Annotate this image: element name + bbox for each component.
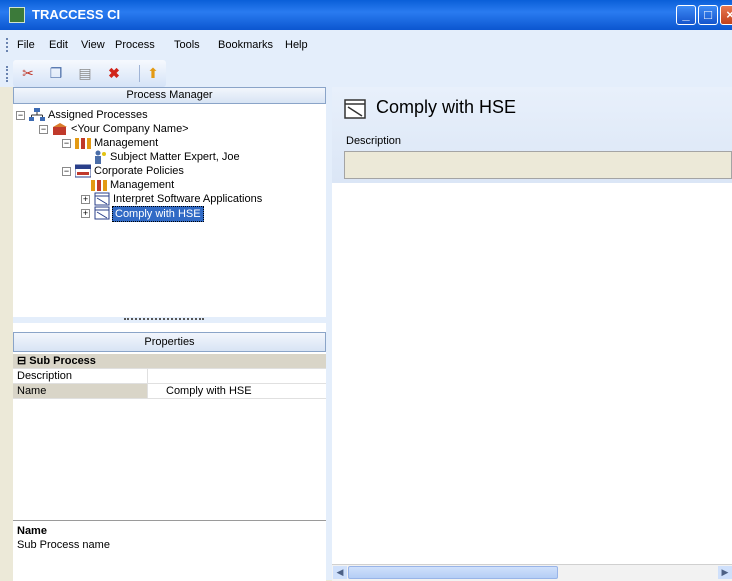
expand-icon[interactable]: + — [81, 209, 90, 218]
menu-view[interactable]: View — [81, 39, 105, 51]
menu-grip-handle[interactable] — [6, 38, 8, 52]
tree-node-company[interactable]: − <Your Company Name> — [13, 122, 313, 136]
description-field[interactable] — [344, 151, 732, 179]
property-row-name[interactable]: Name Comply with HSE — [13, 384, 326, 399]
company-icon — [53, 123, 67, 135]
tree-node-label: Management — [110, 179, 175, 191]
property-value[interactable]: Comply with HSE — [162, 384, 252, 398]
minimize-button[interactable]: _ — [676, 5, 696, 25]
menu-bar: File Edit View Process Tools Bookmarks H… — [0, 30, 732, 61]
maximize-icon: □ — [704, 7, 712, 22]
property-category[interactable]: ⊟ Sub Process — [13, 354, 326, 369]
toolbar-grip-handle[interactable] — [6, 66, 8, 82]
menu-edit[interactable]: Edit — [49, 39, 68, 51]
copy-icon[interactable]: ❐ — [48, 65, 64, 81]
menu-bookmarks[interactable]: Bookmarks — [218, 39, 273, 51]
process-manager-header: Process Manager — [13, 87, 326, 104]
collapse-icon[interactable]: − — [62, 167, 71, 176]
scrollbar-thumb[interactable] — [348, 566, 558, 579]
network-icon — [29, 108, 45, 121]
tree-node-interpret-software-applications[interactable]: + Interpret Software Applications — [13, 192, 313, 206]
left-panel: Process Manager − Assigned Processes − <… — [13, 87, 327, 581]
detail-panel: Comply with HSE Description — [332, 87, 732, 580]
description-label: Description — [346, 135, 402, 147]
property-category-label: ⊟ Sub Process — [17, 355, 96, 367]
folder-icon — [75, 164, 91, 178]
horizontal-splitter[interactable] — [13, 317, 326, 323]
toolbar-separator — [139, 65, 140, 82]
app-icon — [9, 7, 25, 23]
tree-node-label: Management — [94, 137, 159, 149]
detail-title: Comply with HSE — [376, 97, 517, 117]
up-icon[interactable]: ⬆ — [145, 65, 161, 81]
tree-node-label-selected: Comply with HSE — [112, 206, 204, 222]
tree-node-corporate-policies[interactable]: − Corporate Policies — [13, 164, 313, 178]
cut-icon[interactable]: ✂ — [20, 65, 36, 81]
horizontal-scrollbar[interactable]: ◀ ▶ — [332, 564, 732, 581]
tree-node-label: Interpret Software Applications — [113, 193, 263, 205]
tree-node-label: <Your Company Name> — [71, 123, 189, 135]
detail-header: Comply with HSE Description — [332, 87, 732, 183]
process-icon — [94, 192, 110, 206]
person-icon — [95, 150, 106, 164]
help-name: Name — [17, 525, 47, 537]
tree-node-management[interactable]: − Management — [13, 136, 313, 150]
toolbar-strip: ✂ ❐ ▤ ✖ ⬆ — [13, 60, 166, 87]
collapse-icon[interactable]: − — [62, 139, 71, 148]
minimize-icon: _ — [682, 7, 690, 22]
group-icon — [91, 180, 107, 191]
maximize-button[interactable]: □ — [698, 5, 718, 25]
paste-icon[interactable]: ▤ — [77, 65, 93, 81]
property-key: Name — [13, 384, 148, 398]
tree-node-comply-with-hse[interactable]: + Comply with HSE — [13, 206, 313, 222]
tree-node-label: Assigned Processes — [48, 109, 148, 121]
tree-node-label: Subject Matter Expert, Joe — [110, 151, 240, 163]
toolbar: ✂ ❐ ▤ ✖ ⬆ — [0, 60, 732, 87]
property-help-pane: Name Sub Process name — [13, 520, 326, 581]
process-tree[interactable]: − Assigned Processes − <Your Company Nam… — [13, 106, 326, 316]
close-icon: × — [726, 7, 732, 22]
property-grid: ⊟ Sub Process Description Name Comply wi… — [13, 354, 326, 399]
process-icon — [344, 99, 366, 119]
splitter-grip[interactable] — [124, 318, 204, 323]
tree-node-assigned-processes[interactable]: − Assigned Processes — [13, 108, 313, 122]
menu-tools[interactable]: Tools — [174, 39, 200, 51]
tree-node-management-2[interactable]: Management — [13, 178, 313, 192]
property-key: Description — [13, 369, 148, 383]
tree-node-label: Corporate Policies — [94, 165, 184, 177]
title-bar: TRACCESS CI _ □ × — [0, 0, 732, 30]
process-icon — [94, 206, 110, 220]
delete-icon[interactable]: ✖ — [106, 65, 122, 81]
close-button[interactable]: × — [720, 5, 732, 25]
scroll-right-icon[interactable]: ▶ — [718, 566, 732, 579]
window-title: TRACCESS CI — [32, 7, 121, 22]
expand-icon[interactable]: + — [81, 195, 90, 204]
property-category-name: Sub Process — [29, 355, 96, 367]
menu-file[interactable]: File — [17, 39, 35, 51]
collapse-icon[interactable]: − — [39, 125, 48, 134]
help-description: Sub Process name — [17, 539, 110, 551]
property-row-description[interactable]: Description — [13, 369, 326, 384]
menu-process[interactable]: Process — [115, 39, 155, 51]
properties-header: Properties — [13, 332, 326, 352]
collapse-icon[interactable]: − — [16, 111, 25, 120]
tree-node-subject-matter-expert[interactable]: Subject Matter Expert, Joe — [13, 150, 313, 164]
scroll-left-icon[interactable]: ◀ — [333, 566, 347, 579]
group-icon — [75, 138, 91, 149]
menu-help[interactable]: Help — [285, 39, 308, 51]
